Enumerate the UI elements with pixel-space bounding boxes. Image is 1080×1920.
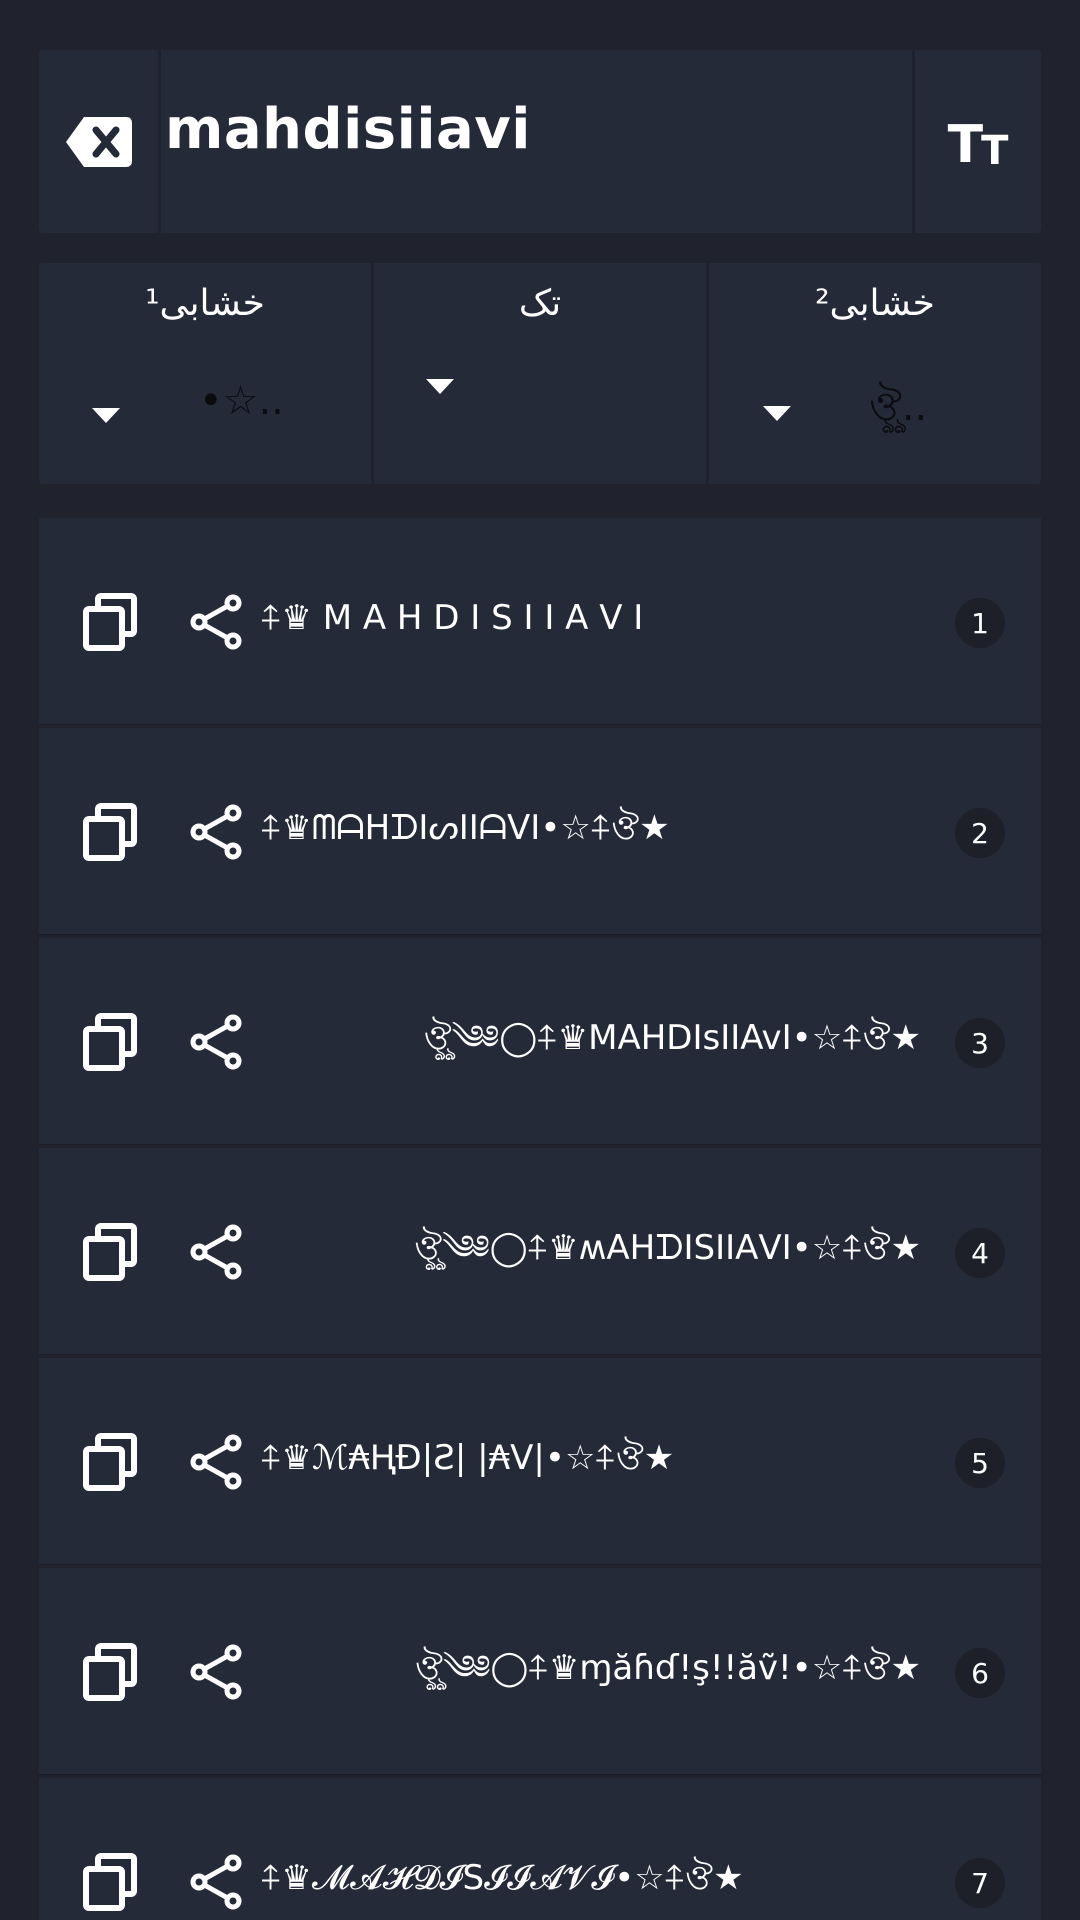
- copy-button[interactable]: [83, 1013, 137, 1071]
- backspace-x-icon: [65, 116, 132, 167]
- copy-icon: [83, 1433, 137, 1491]
- name-input[interactable]: mahdisiiavi: [161, 50, 915, 233]
- styled-name-text: ঔৣ༄༅◯⍏♛MAHDIsIIAvI•☆⍏ঔ★: [423, 1018, 921, 1058]
- styled-name-text: ⍏♛ᗰᗩᕼᗪIᔕIIᗩᐯI•☆⍏ঔ★: [261, 808, 670, 848]
- selector-single[interactable]: تک: [374, 263, 706, 484]
- input-bar: mahdisiiavi TT: [39, 50, 1041, 233]
- share-button[interactable]: [187, 1433, 243, 1491]
- share-button[interactable]: [187, 593, 243, 651]
- copy-icon: [83, 803, 137, 861]
- result-row: ⍏♛ M A H D I S I I A V I 1: [39, 518, 1041, 725]
- selector-label: خشابی²: [815, 283, 935, 324]
- row-number-badge: 3: [955, 1018, 1005, 1068]
- font-size-button[interactable]: TT: [915, 50, 1041, 233]
- selector-value: •☆..: [199, 378, 284, 424]
- copy-button[interactable]: [83, 803, 137, 861]
- share-icon: [190, 594, 242, 650]
- result-row: ⍏♛𝓜𝓐𝓗𝓓𝓘S𝓘𝓘𝓐𝓥𝓘•☆⍏ঔ★ 7: [39, 1778, 1041, 1920]
- share-button[interactable]: [187, 1013, 243, 1071]
- copy-button[interactable]: [83, 1223, 137, 1281]
- selector-decoration-1[interactable]: خشابی¹ •☆..: [39, 263, 371, 484]
- selector-decoration-2[interactable]: خشابی² ঔৣ..: [709, 263, 1041, 484]
- results-list: ⍏♛ M A H D I S I I A V I 1 ⍏♛ᗰᗩᕼᗪIᔕIIᗩᐯI…: [39, 518, 1041, 1920]
- selector-value: ঔৣ..: [869, 384, 928, 430]
- text-size-icon: TT: [947, 114, 1009, 175]
- copy-button[interactable]: [83, 1433, 137, 1491]
- share-icon: [190, 804, 242, 860]
- selector-label: تک: [518, 283, 562, 324]
- caret-down-icon: [763, 406, 791, 421]
- row-number-badge: 5: [955, 1438, 1005, 1488]
- styled-name-text: ঔৣ༄༅◯⍏♛ɱăɦɗ!ş!!ăṽ!•☆⍏ঔ★: [414, 1648, 921, 1688]
- share-icon: [190, 1434, 242, 1490]
- result-row: ঔৣ༄༅◯⍏♛ʍΑΗᗪΙSΙΙΑVΙ•☆⍏ঔ★ 4: [39, 1148, 1041, 1355]
- copy-icon: [83, 1643, 137, 1701]
- styled-name-text: ঔৣ༄༅◯⍏♛ʍΑΗᗪΙSΙΙΑVΙ•☆⍏ঔ★: [414, 1228, 921, 1268]
- copy-icon: [83, 1223, 137, 1281]
- copy-button[interactable]: [83, 1643, 137, 1701]
- app-screen: mahdisiiavi TT خشابی¹ •☆.. تک خشابی² ঔৣ.…: [0, 0, 1080, 1920]
- copy-icon: [83, 1853, 137, 1911]
- selector-label: خشابی¹: [145, 283, 265, 324]
- share-icon: [190, 1644, 242, 1700]
- share-button[interactable]: [187, 1643, 243, 1701]
- result-row: ⍏♛ᗰᗩᕼᗪIᔕIIᗩᐯI•☆⍏ঔ★ 2: [39, 728, 1041, 935]
- copy-icon: [83, 1013, 137, 1071]
- row-number-badge: 7: [955, 1858, 1005, 1908]
- result-row: ⍏♛ℳ₳ⱧĐ|Ƨ| |₳V|•☆⍏ঔ★ 5: [39, 1358, 1041, 1565]
- share-icon: [190, 1224, 242, 1280]
- share-icon: [190, 1014, 242, 1070]
- copy-icon: [83, 593, 137, 651]
- copy-button[interactable]: [83, 593, 137, 651]
- styled-name-text: ⍏♛ℳ₳ⱧĐ|Ƨ| |₳V|•☆⍏ঔ★: [261, 1438, 675, 1478]
- result-row: ঔৣ༄༅◯⍏♛ɱăɦɗ!ş!!ăṽ!•☆⍏ঔ★ 6: [39, 1568, 1041, 1775]
- caret-down-icon: [426, 379, 454, 394]
- share-button[interactable]: [187, 1853, 243, 1911]
- share-icon: [190, 1854, 242, 1910]
- name-input-value: mahdisiiavi: [165, 97, 531, 162]
- row-number-badge: 1: [955, 598, 1005, 648]
- row-number-badge: 6: [955, 1648, 1005, 1698]
- result-row: ঔৣ༄༅◯⍏♛MAHDIsIIAvI•☆⍏ঔ★ 3: [39, 938, 1041, 1145]
- styled-name-text: ⍏♛ M A H D I S I I A V I: [261, 598, 644, 638]
- styled-name-text: ⍏♛𝓜𝓐𝓗𝓓𝓘S𝓘𝓘𝓐𝓥𝓘•☆⍏ঔ★: [261, 1858, 744, 1898]
- row-number-badge: 2: [955, 808, 1005, 858]
- share-button[interactable]: [187, 1223, 243, 1281]
- row-number-badge: 4: [955, 1228, 1005, 1278]
- decoration-selectors: خشابی¹ •☆.. تک خشابی² ঔৣ..: [39, 263, 1041, 484]
- caret-down-icon: [92, 408, 120, 423]
- clear-input-button[interactable]: [39, 50, 161, 233]
- copy-button[interactable]: [83, 1853, 137, 1911]
- share-button[interactable]: [187, 803, 243, 861]
